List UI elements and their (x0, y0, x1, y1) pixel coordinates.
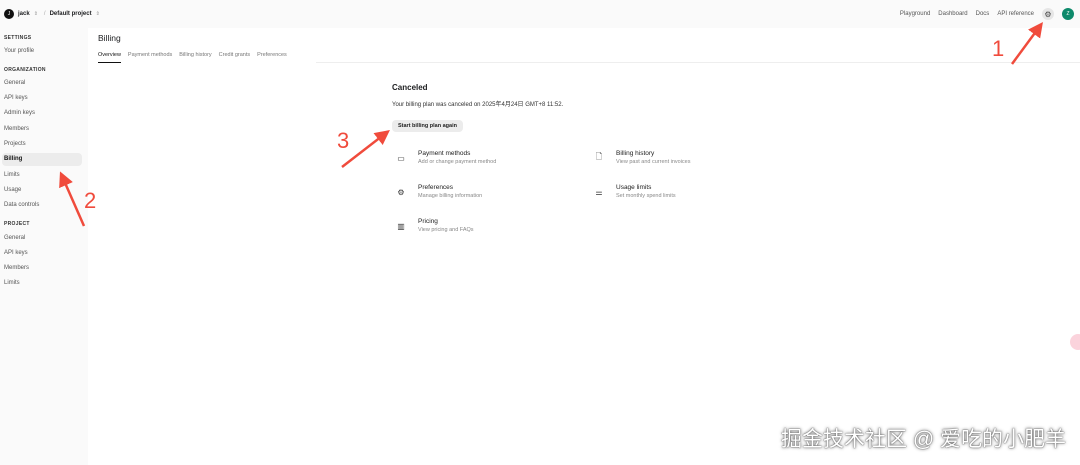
arrow-2 (59, 171, 86, 227)
annotation-1: 1 (992, 36, 1004, 61)
watermark: 掘金技术社区 @ 爱吃的小肥羊 (781, 428, 1066, 451)
arrow-1 (1010, 21, 1043, 65)
annotation-3: 3 (337, 128, 349, 153)
annotation-overlay: 1 2 3 (59, 21, 1043, 227)
annotation-2: 2 (84, 188, 96, 213)
